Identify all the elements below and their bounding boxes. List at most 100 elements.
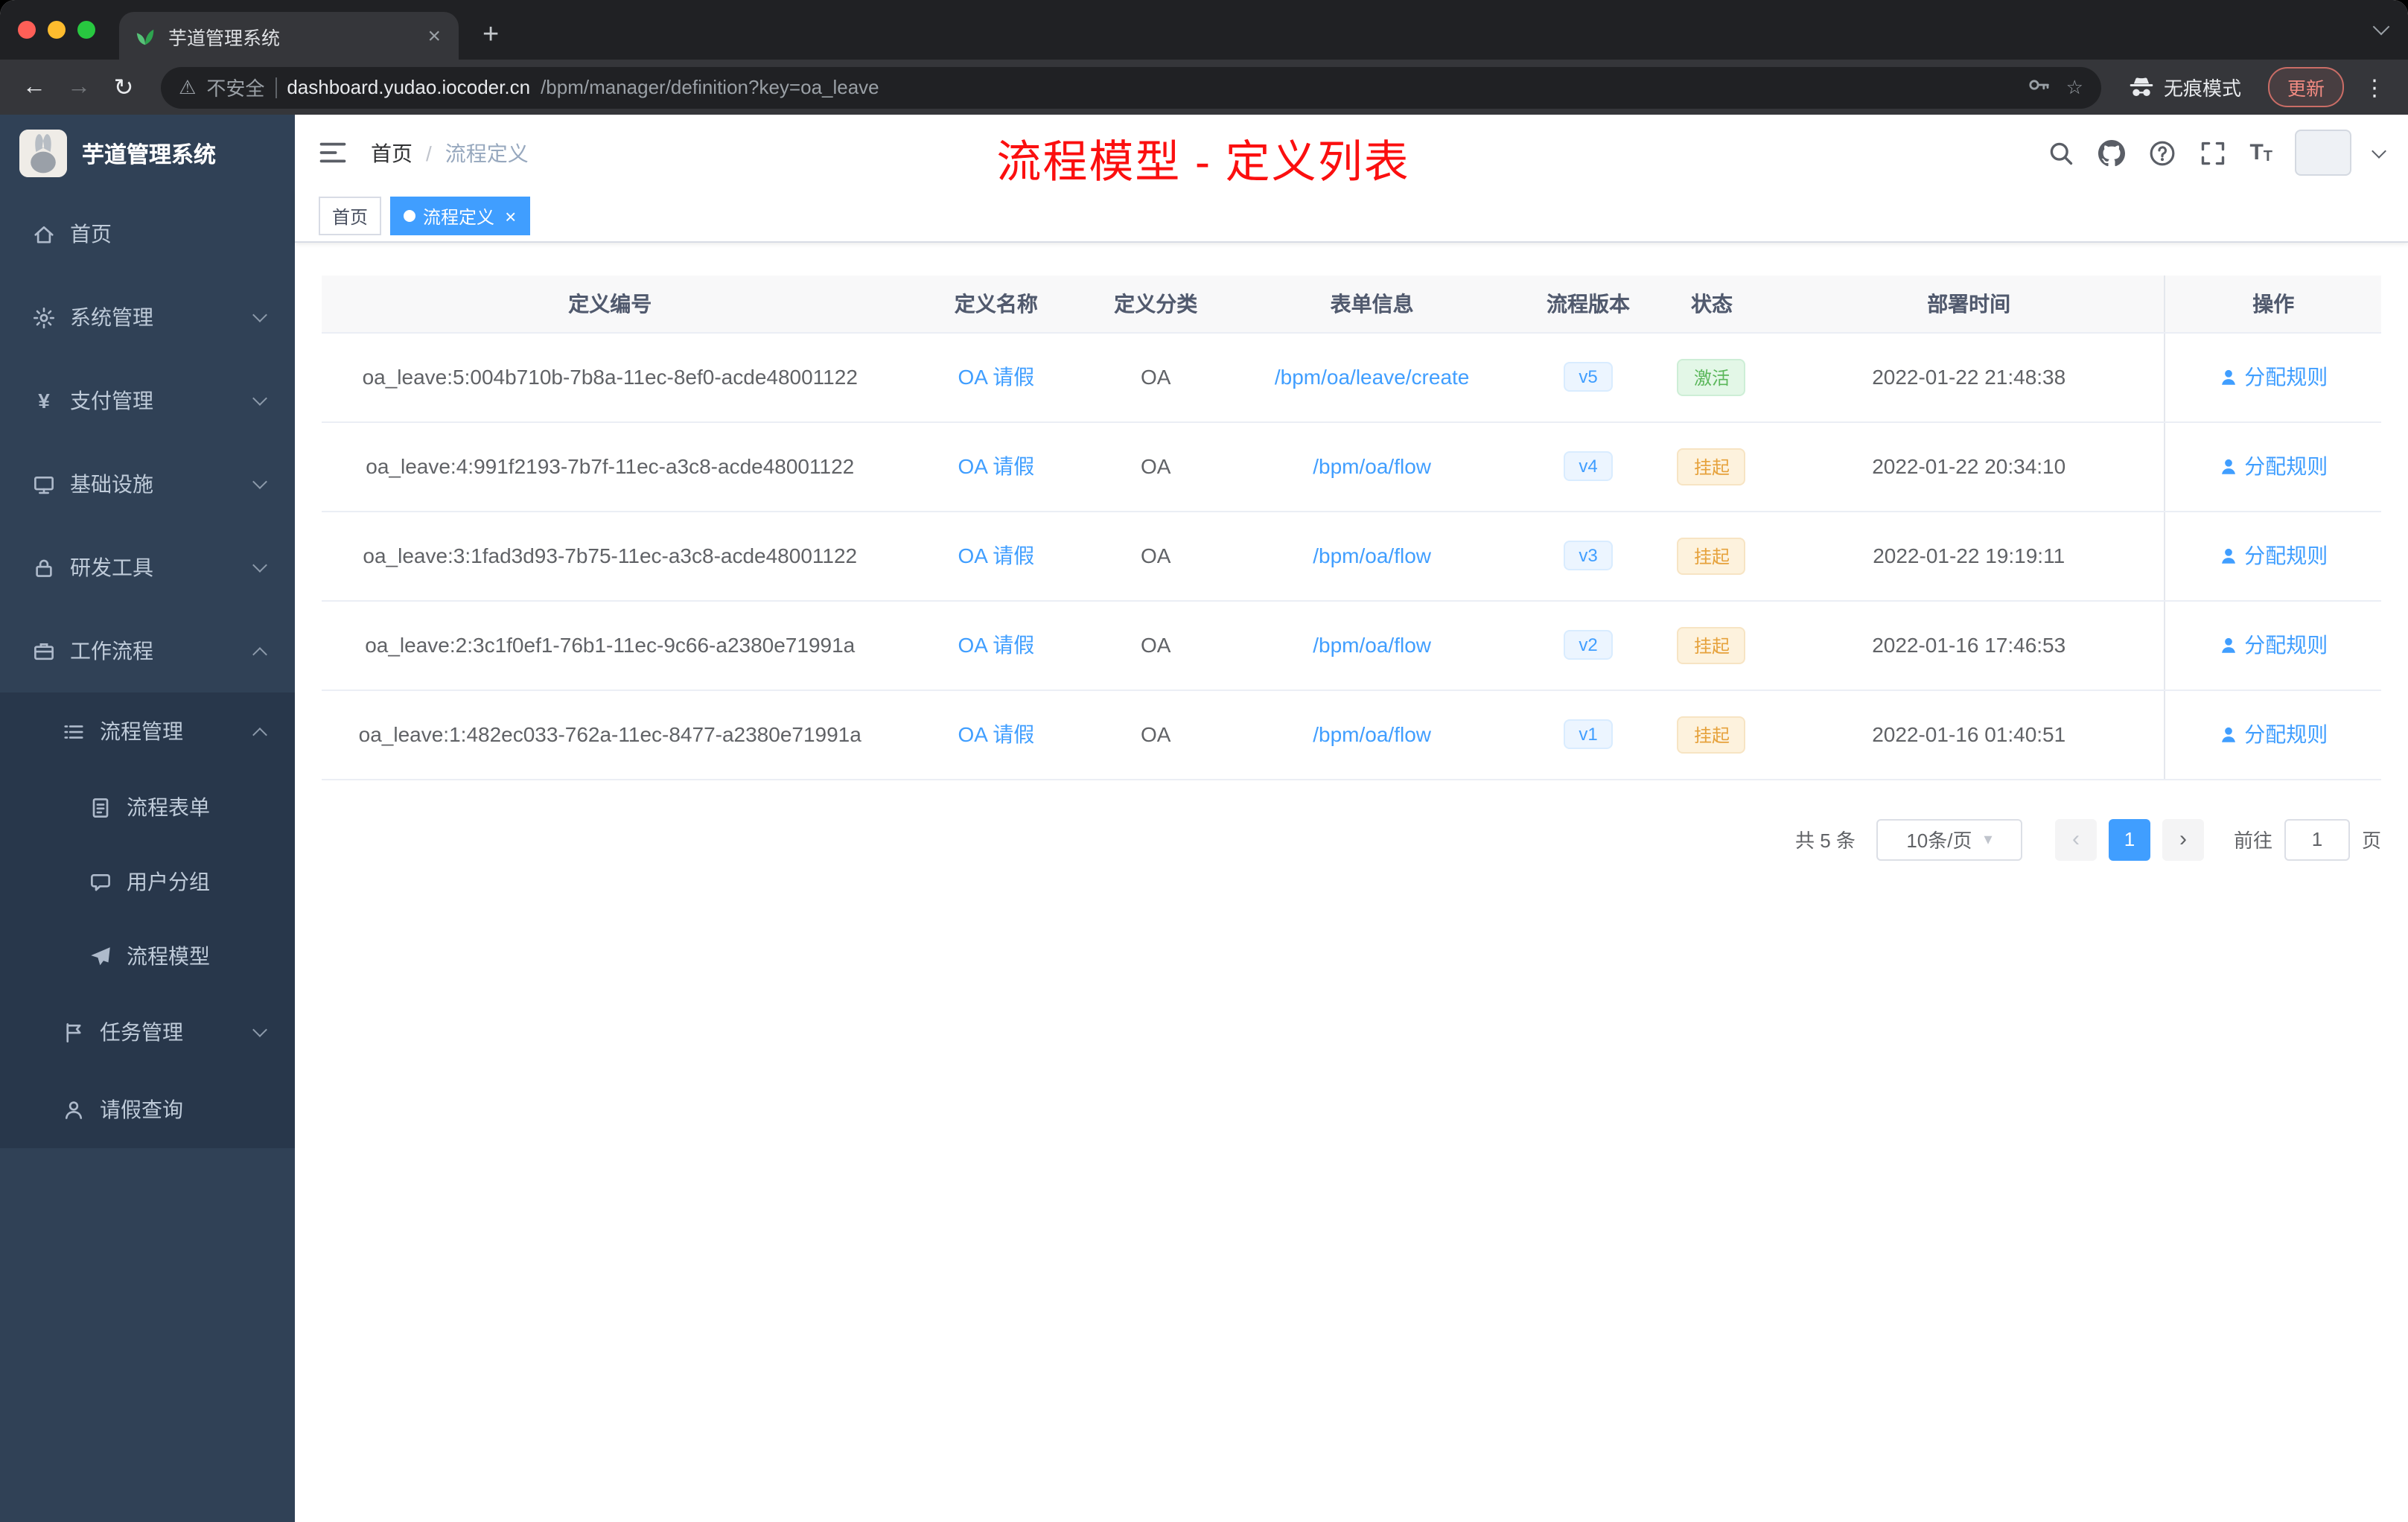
sidebar-item-payment[interactable]: ¥ 支付管理 — [0, 359, 295, 442]
assign-rule-link[interactable]: 分配规则 — [2219, 541, 2328, 570]
sidebar-item-label: 用户分组 — [127, 870, 210, 894]
browser-back-button[interactable]: ← — [15, 68, 54, 106]
sidebar-item-workflow[interactable]: 工作流程 — [0, 609, 295, 692]
fullscreen-icon[interactable] — [2199, 138, 2227, 167]
sidebar-item-process-form[interactable]: 流程表单 — [0, 770, 295, 844]
logo-avatar — [19, 130, 67, 177]
goto-page-input[interactable] — [2284, 818, 2350, 860]
sidebar-item-label: 支付管理 — [70, 389, 153, 413]
sidebar-item-label: 研发工具 — [70, 555, 153, 579]
help-icon[interactable] — [2148, 138, 2176, 167]
sidebar-item-label: 请假查询 — [100, 1098, 183, 1121]
tab-search-chevron-icon[interactable] — [2372, 18, 2390, 36]
app-root: 芋道管理系统 首页 系统管理 ¥ 支付管理 基础设施 研发工具 工作流程 流程管… — [0, 115, 2408, 1522]
security-label[interactable]: 不安全 — [206, 73, 264, 101]
sidebar-item-label: 首页 — [70, 222, 112, 246]
tag-label: 流程定义 — [423, 206, 495, 227]
definition-name-link[interactable]: OA 请假 — [958, 633, 1035, 657]
status-badge: 挂起 — [1677, 537, 1746, 574]
user-icon — [2222, 637, 2236, 652]
breadcrumb-home[interactable]: 首页 — [371, 138, 413, 168]
sidebar-toggle-icon[interactable] — [319, 138, 347, 167]
url-path: /bpm/manager/definition?key=oa_leave — [541, 76, 879, 98]
page-content: 定义编号 定义名称 定义分类 表单信息 流程版本 状态 部署时间 操作 oa_l — [295, 243, 2408, 1522]
github-icon[interactable] — [2098, 138, 2126, 167]
macos-browser-window: 芋道管理系统 × + ← → ↻ ⚠ 不安全 dashboard.yudao.i… — [0, 0, 2408, 1522]
browser-toolbar: ← → ↻ ⚠ 不安全 dashboard.yudao.iocoder.cn/b… — [0, 60, 2408, 115]
tag-process-definition[interactable]: 流程定义 × — [390, 197, 530, 235]
sidebar-item-home[interactable]: 首页 — [0, 192, 295, 276]
chevron-down-icon — [252, 1022, 267, 1037]
browser-update-button[interactable]: 更新 — [2267, 67, 2344, 107]
form-link[interactable]: /bpm/oa/flow — [1313, 633, 1431, 657]
search-icon[interactable] — [2047, 138, 2075, 167]
definition-name-link[interactable]: OA 请假 — [958, 544, 1035, 567]
form-link[interactable]: /bpm/oa/flow — [1313, 454, 1431, 478]
page-size-value: 10条/页 — [1906, 830, 1972, 852]
form-link[interactable]: /bpm/oa/leave/create — [1275, 365, 1470, 389]
sidebar-item-label: 流程管理 — [100, 719, 183, 743]
chevron-down-icon — [252, 474, 267, 489]
col-header-category: 定义分类 — [1094, 276, 1218, 333]
tab-close-icon[interactable]: × — [424, 25, 444, 47]
sidebar-item-process-management[interactable]: 流程管理 — [0, 692, 295, 770]
assign-rule-link[interactable]: 分配规则 — [2219, 451, 2328, 481]
font-size-icon[interactable]: TT — [2249, 140, 2272, 165]
tab-title: 芋道管理系统 — [168, 28, 281, 48]
deploy-time: 2022-01-22 20:34:10 — [1773, 421, 2165, 512]
tag-home[interactable]: 首页 — [319, 197, 382, 235]
sidebar-item-devtools[interactable]: 研发工具 — [0, 526, 295, 609]
pagination-total: 共 5 条 — [1795, 830, 1856, 852]
close-window-button[interactable] — [18, 21, 36, 39]
definition-id: oa_leave:1:482ec033-762a-11ec-8477-a2380… — [322, 690, 899, 780]
prev-page-button[interactable]: ‹ — [2054, 818, 2097, 860]
next-page-button[interactable]: › — [2162, 818, 2204, 860]
sidebar-item-system[interactable]: 系统管理 — [0, 276, 295, 359]
url-host: dashboard.yudao.iocoder.cn — [287, 76, 531, 98]
sidebar-item-infrastructure[interactable]: 基础设施 — [0, 442, 295, 526]
user-avatar[interactable] — [2295, 130, 2351, 176]
definition-id: oa_leave:2:3c1f0ef1-76b1-11ec-9c66-a2380… — [322, 600, 899, 690]
assign-rule-link[interactable]: 分配规则 — [2219, 630, 2328, 660]
status-badge: 挂起 — [1677, 626, 1746, 663]
definition-name-link[interactable]: OA 请假 — [958, 365, 1035, 389]
definition-table: 定义编号 定义名称 定义分类 表单信息 流程版本 状态 部署时间 操作 oa_l — [322, 276, 2381, 780]
page-number-button[interactable]: 1 — [2108, 818, 2150, 860]
user-icon — [2222, 369, 2236, 384]
select-caret-icon: ▾ — [1984, 831, 1993, 849]
sidebar-item-process-model[interactable]: 流程模型 — [0, 919, 295, 993]
password-key-icon[interactable] — [2028, 73, 2051, 101]
sidebar-item-task-management[interactable]: 任务管理 — [0, 993, 295, 1071]
definition-id: oa_leave:4:991f2193-7b7f-11ec-a3c8-acde4… — [322, 421, 899, 512]
sidebar-item-user-group[interactable]: 用户分组 — [0, 844, 295, 919]
sidebar-item-leave-query[interactable]: 请假查询 — [0, 1071, 295, 1148]
form-link[interactable]: /bpm/oa/flow — [1313, 544, 1431, 567]
avatar-dropdown-caret-icon[interactable] — [2372, 143, 2386, 158]
browser-reload-button[interactable]: ↻ — [104, 68, 143, 106]
form-link[interactable]: /bpm/oa/flow — [1313, 722, 1431, 746]
briefcase-icon — [33, 640, 55, 662]
browser-forward-button[interactable]: → — [60, 68, 98, 106]
definition-name-link[interactable]: OA 请假 — [958, 722, 1035, 746]
page-size-select[interactable]: 10条/页 ▾ — [1876, 818, 2022, 860]
definition-category: OA — [1094, 511, 1218, 601]
assign-rule-link[interactable]: 分配规则 — [2219, 719, 2328, 749]
new-tab-button[interactable]: + — [474, 19, 508, 52]
browser-tab[interactable]: 芋道管理系统 × — [119, 12, 459, 60]
gear-icon — [33, 306, 55, 328]
definition-category: OA — [1094, 690, 1218, 780]
minimize-window-button[interactable] — [48, 21, 66, 39]
zoom-window-button[interactable] — [77, 21, 95, 39]
definition-name-link[interactable]: OA 请假 — [958, 454, 1035, 478]
browser-menu-dots-icon[interactable]: ⋮ — [2356, 74, 2393, 101]
tags-view-bar: 首页 流程定义 × — [295, 191, 2408, 243]
address-bar[interactable]: ⚠ 不安全 dashboard.yudao.iocoder.cn/bpm/man… — [161, 66, 2101, 108]
bookmark-star-icon[interactable]: ☆ — [2066, 75, 2083, 99]
col-header-id: 定义编号 — [322, 276, 899, 333]
tag-close-icon[interactable]: × — [505, 206, 516, 226]
chevron-down-icon — [252, 558, 267, 573]
definition-id: oa_leave:3:1fad3d93-7b75-11ec-a3c8-acde4… — [322, 511, 899, 601]
assign-rule-link[interactable]: 分配规则 — [2219, 362, 2328, 392]
incognito-icon — [2130, 77, 2153, 96]
chevron-down-icon — [252, 391, 267, 406]
